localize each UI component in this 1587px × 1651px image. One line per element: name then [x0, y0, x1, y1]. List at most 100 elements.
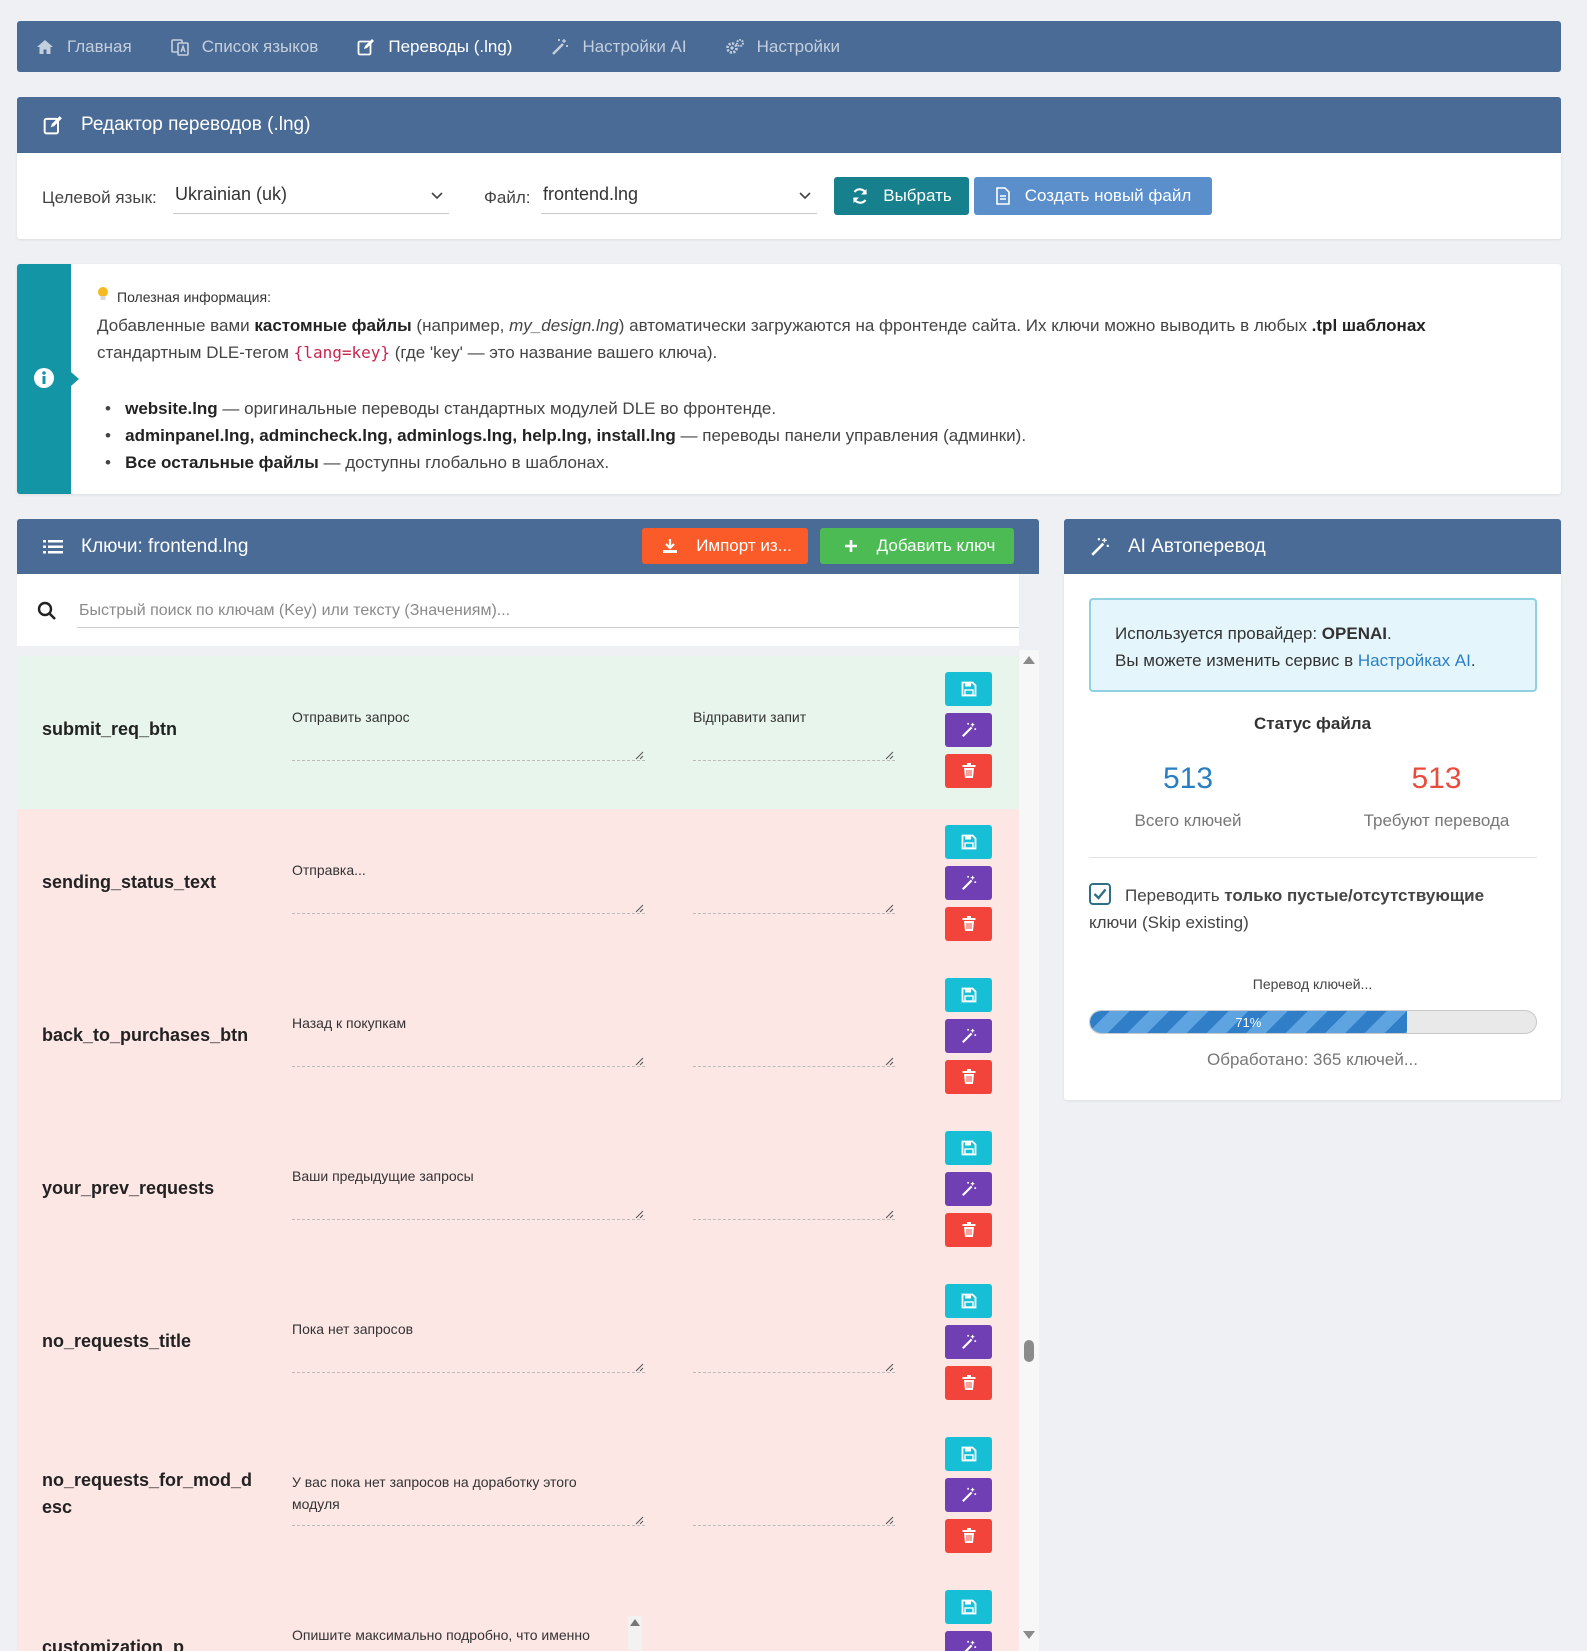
translation-textarea[interactable]	[693, 1525, 895, 1526]
save-button[interactable]	[945, 1590, 992, 1624]
resize-handle-icon[interactable]	[635, 1516, 644, 1525]
save-icon	[961, 681, 976, 697]
save-button[interactable]	[945, 825, 992, 859]
bullet-text: — доступны глобально в шаблонах.	[318, 453, 610, 472]
provider-line: Используется провайдер: OPENAI.	[1115, 620, 1511, 647]
provider-name: OPENAI	[1321, 624, 1387, 643]
ai-translate-button[interactable]	[945, 1631, 992, 1651]
home-icon	[35, 37, 55, 57]
delete-button[interactable]	[945, 1060, 992, 1094]
textarea-scrollbar[interactable]	[628, 1616, 642, 1650]
resize-handle-icon[interactable]	[635, 1210, 644, 1219]
skip-prefix: Переводить	[1125, 886, 1225, 905]
nav-label: Настройки	[756, 36, 840, 56]
magic-wand-icon	[961, 1181, 976, 1196]
resize-handle-icon[interactable]	[635, 904, 644, 913]
save-button[interactable]	[945, 978, 992, 1012]
resize-handle-icon[interactable]	[885, 1363, 894, 1372]
ai-settings-link[interactable]: Настройках AI	[1358, 651, 1471, 670]
info-title-row: Полезная информация:	[97, 286, 271, 307]
delete-button[interactable]	[945, 1366, 992, 1400]
translation-textarea[interactable]	[693, 1219, 895, 1220]
nav-item-ai-settings[interactable]: Настройки AI	[550, 37, 687, 57]
progress-fill: 71%	[1090, 1011, 1407, 1033]
info-callout: Полезная информация: Добавленные вами ка…	[17, 264, 1561, 494]
need-translate-count: 513	[1411, 762, 1462, 795]
skip-existing-label[interactable]: Переводить только пустые/отсутствующие к…	[1089, 882, 1537, 936]
progress-label: Перевод ключей...	[1252, 976, 1373, 992]
file-select[interactable]: frontend.lng	[541, 176, 817, 214]
keys-scrollbar[interactable]	[1019, 650, 1039, 1651]
original-textarea[interactable]	[292, 913, 645, 914]
resize-handle-icon[interactable]	[885, 1516, 894, 1525]
nav-label: Переводы (.lng)	[388, 36, 513, 56]
nav-item-languages[interactable]: Список языков	[170, 36, 319, 57]
ai-translate-button[interactable]	[945, 713, 992, 747]
status-title: Статус файла	[1253, 714, 1372, 733]
ai-title: AI Автоперевод	[1128, 535, 1266, 557]
ai-translate-button[interactable]	[945, 1325, 992, 1359]
search-input[interactable]: Быстрый поиск по ключам (Key) или тексту…	[77, 594, 1019, 628]
info-paragraph-line1: Добавленные вами кастомные файлы (наприм…	[97, 312, 1537, 339]
nav-item-home[interactable]: Главная	[35, 37, 132, 57]
scroll-thumb[interactable]	[1024, 1340, 1034, 1362]
delete-button[interactable]	[945, 1519, 992, 1553]
bullet-dot: •	[105, 399, 126, 418]
scroll-up-icon[interactable]	[1023, 656, 1035, 664]
plus-icon	[839, 534, 863, 558]
original-textarea[interactable]	[292, 1066, 645, 1067]
provider-prefix: Используется провайдер:	[1115, 624, 1322, 643]
resize-handle-icon[interactable]	[885, 904, 894, 913]
resize-handle-icon[interactable]	[635, 1363, 644, 1372]
ai-translate-button[interactable]	[945, 1019, 992, 1053]
key-name: sending_status_text	[42, 872, 217, 892]
ai-translate-button[interactable]	[945, 1172, 992, 1206]
resize-handle-icon[interactable]	[885, 1057, 894, 1066]
delete-button[interactable]	[945, 754, 992, 788]
add-key-button[interactable]: Добавить ключ	[820, 528, 1014, 564]
original-text: Назад к покупкам	[292, 1015, 407, 1031]
bullet-text: — переводы панели управления (админки).	[675, 426, 1027, 445]
ai-translate-button[interactable]	[945, 1478, 992, 1512]
nav-label: Список языков	[201, 36, 319, 56]
original-text: Отправить запрос	[292, 709, 410, 725]
save-button[interactable]	[945, 1284, 992, 1318]
translation-textarea[interactable]	[693, 1066, 895, 1067]
info-title: Полезная информация:	[117, 288, 271, 305]
import-button[interactable]: Импорт из...	[642, 528, 808, 564]
ai-translate-button[interactable]	[945, 866, 992, 900]
scroll-down-icon[interactable]	[1023, 1631, 1035, 1639]
resize-handle-icon[interactable]	[885, 751, 894, 760]
save-button[interactable]	[945, 1131, 992, 1165]
translation-textarea[interactable]	[693, 760, 895, 761]
select-button[interactable]: Выбрать	[834, 177, 969, 215]
save-button[interactable]	[945, 672, 992, 706]
nav-item-translations[interactable]: Переводы (.lng)	[356, 37, 512, 57]
original-textarea[interactable]	[292, 1525, 645, 1526]
new-file-button[interactable]: Создать новый файл	[974, 177, 1212, 215]
file-label: Файл:	[484, 188, 531, 207]
save-icon	[961, 987, 976, 1003]
delete-button[interactable]	[945, 907, 992, 941]
bullet-dot: •	[105, 453, 126, 472]
resize-handle-icon[interactable]	[635, 751, 644, 760]
total-keys-count: 513	[1162, 762, 1214, 795]
resize-handle-icon[interactable]	[885, 1210, 894, 1219]
bullet-bold: website.lng	[125, 399, 218, 418]
save-button[interactable]	[945, 1437, 992, 1471]
key-name: customization_p	[42, 1637, 185, 1651]
translation-textarea[interactable]	[693, 1372, 895, 1373]
nav-item-settings[interactable]: Настройки	[725, 37, 840, 57]
skip-suffix: ключи (Skip existing)	[1089, 913, 1249, 932]
info-text-bold: кастомные файлы	[254, 316, 412, 335]
target-lang-select[interactable]: Ukrainian (uk)	[173, 176, 449, 214]
delete-button[interactable]	[945, 1213, 992, 1247]
info-paragraph: Добавленные вами кастомные файлы (наприм…	[97, 312, 1537, 366]
table-row: your_prev_requests Ваши предыдущие запро…	[17, 1115, 1019, 1268]
original-textarea[interactable]	[292, 1372, 645, 1373]
original-textarea[interactable]	[292, 760, 645, 761]
resize-handle-icon[interactable]	[635, 1057, 644, 1066]
translation-textarea[interactable]	[693, 913, 895, 914]
original-textarea[interactable]	[292, 1219, 645, 1220]
key-name-line: no_requests_for_mod_d	[42, 1470, 253, 1490]
